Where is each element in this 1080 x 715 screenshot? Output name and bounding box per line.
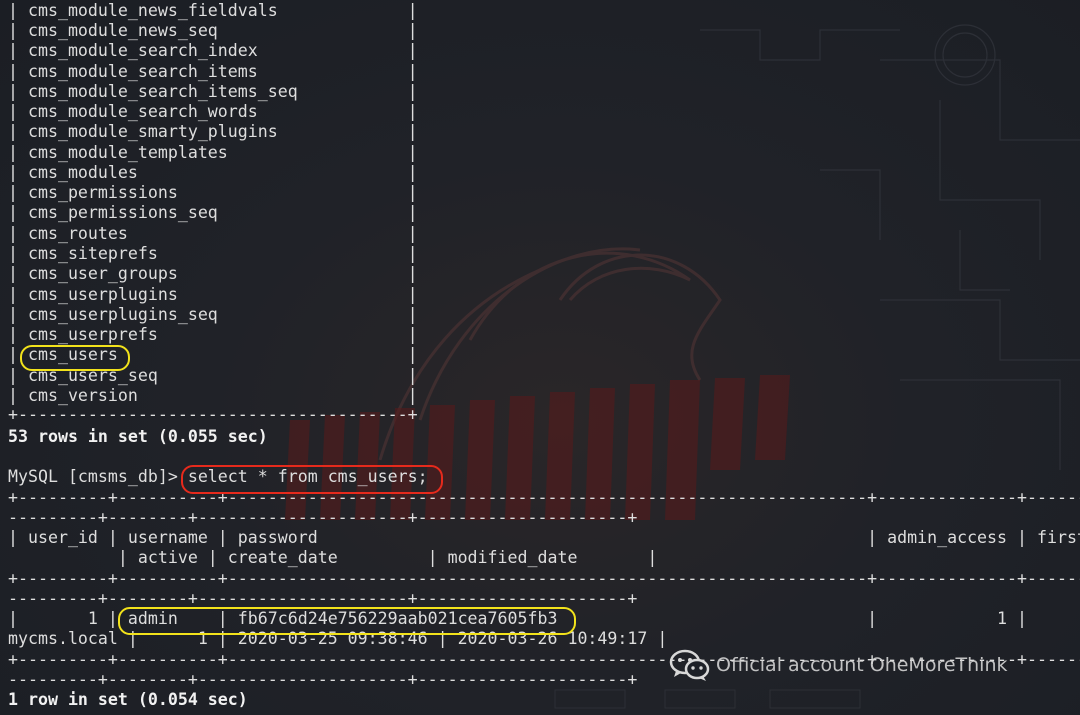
- table-list-line: | cms_version |: [8, 386, 418, 405]
- table-list-line: | cms_user_groups |: [8, 264, 418, 283]
- terminal-window[interactable]: | cms_module_news_fieldvals | | cms_modu…: [0, 0, 1080, 715]
- watermark: Official account OheMoreThink: [668, 649, 1008, 681]
- result-border-line: +---------+----------+------------------…: [8, 569, 1080, 588]
- table-list-line: | cms_module_smarty_plugins |: [8, 122, 418, 141]
- table-list-line: | cms_module_search_items |: [8, 62, 418, 81]
- result-row-line: | 1 | admin | fb67c6d24e756229aab021cea7…: [8, 609, 1028, 628]
- result-border-line: ---------+--------+---------------------…: [8, 670, 638, 689]
- table-list-line: | cms_module_search_words |: [8, 102, 418, 121]
- table-list-line: | cms_permissions_seq |: [8, 203, 418, 222]
- rows-summary-second: 1 row in set (0.054 sec): [8, 690, 248, 709]
- result-header-line: | user_id | username | password | admin_…: [8, 528, 1080, 547]
- table-list-line: | cms_module_news_fieldvals |: [8, 1, 418, 20]
- result-border-line: ---------+--------+---------------------…: [8, 508, 638, 527]
- result-row-line: mycms.local | 1 | 2020-03-25 09:38:46 | …: [8, 629, 668, 648]
- table-list-line: | cms_module_templates |: [8, 143, 418, 162]
- table-list-line: | cms_userprefs |: [8, 325, 418, 344]
- result-border-line: ---------+--------+---------------------…: [8, 589, 638, 608]
- table-list-line: | cms_userplugins |: [8, 285, 418, 304]
- command-line[interactable]: MySQL [cmsms_db]> select * from cms_user…: [8, 467, 428, 487]
- table-list-line: | cms_module_search_index |: [8, 41, 418, 60]
- table-border-line: +---------------------------------------…: [8, 405, 418, 424]
- sql-command: select * from cms_users;: [187, 467, 428, 486]
- table-list-line: | cms_module_search_items_seq |: [8, 82, 418, 101]
- table-list-line: | cms_siteprefs |: [8, 244, 418, 263]
- table-list-line: | cms_permissions |: [8, 183, 418, 202]
- table-list-line-cms-users: | cms_users |: [8, 345, 418, 364]
- mysql-prompt: MySQL [cmsms_db]>: [8, 467, 188, 486]
- table-list-line: | cms_users_seq |: [8, 366, 418, 385]
- table-list-line: | cms_userplugins_seq |: [8, 305, 418, 324]
- table-list-line: | cms_modules |: [8, 163, 418, 182]
- wechat-icon: [669, 649, 710, 681]
- table-list-line: | cms_routes |: [8, 224, 418, 243]
- result-header-line: | active | create_date | modified_date |: [8, 548, 658, 567]
- result-border-line: +---------+----------+------------------…: [8, 488, 1080, 507]
- watermark-text: Official account OheMoreThink: [716, 654, 1008, 676]
- table-list-line: | cms_module_news_seq |: [8, 21, 418, 40]
- rows-summary-first: 53 rows in set (0.055 sec): [8, 427, 268, 446]
